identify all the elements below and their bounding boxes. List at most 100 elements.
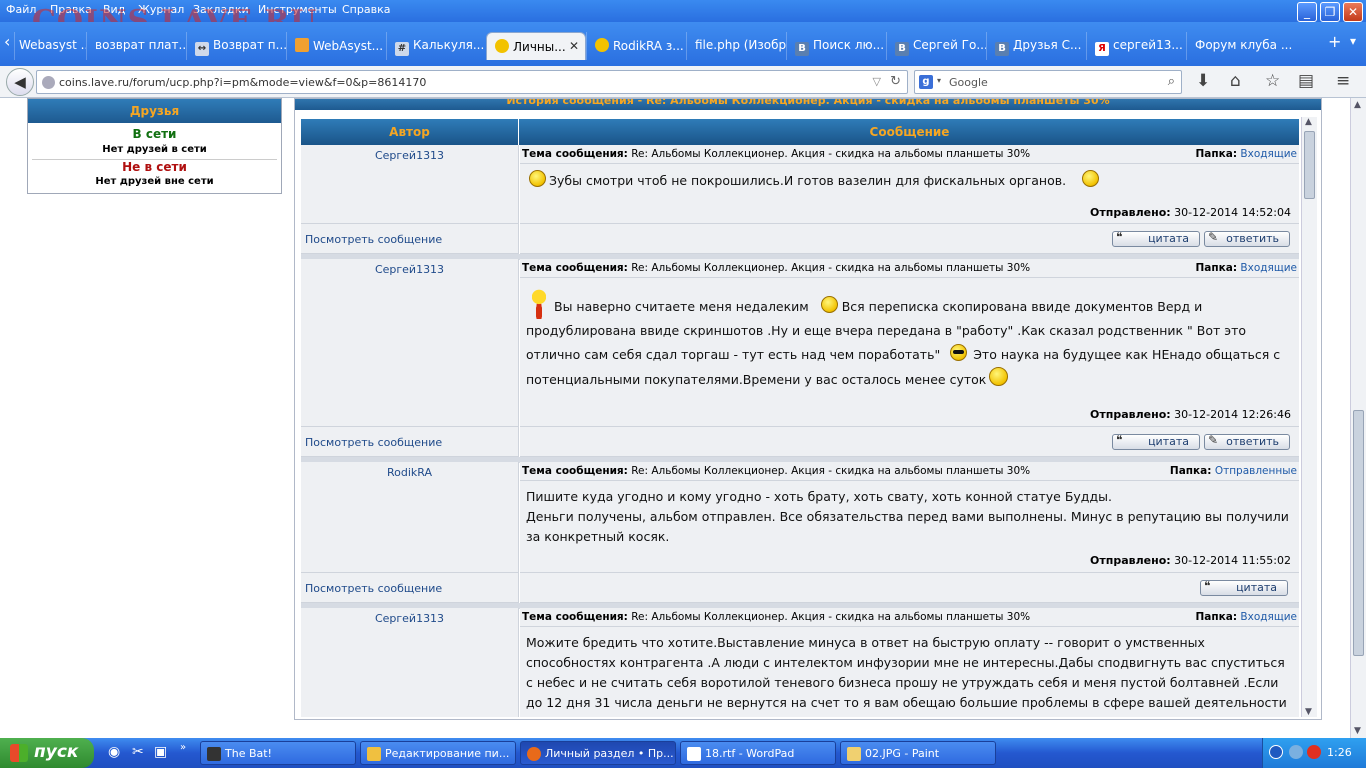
folder-link[interactable]: Отправленные — [1215, 465, 1297, 477]
quote-button[interactable]: ❝ цитата — [1200, 579, 1288, 596]
tab-8[interactable]: file.php (Изобр... — [686, 32, 786, 60]
tab-11[interactable]: B Друзья С... — [986, 32, 1086, 60]
url-bar[interactable]: coins.lave.ru/forum/ucp.php?i=pm&mode=vi… — [36, 70, 908, 94]
task-thebat[interactable]: The Bat! — [200, 741, 356, 765]
task-label: 18.rtf - WordPad — [705, 747, 795, 760]
view-message-link[interactable]: Посмотреть сообщение — [305, 233, 442, 246]
message-line: Пишите куда угодно и кому угодно - хоть … — [526, 489, 1112, 504]
tab-6-active[interactable]: Личны... ✕ — [486, 32, 586, 60]
quote-button[interactable]: ❝ цитата — [1112, 230, 1200, 247]
sent-time: Отправлено: 30-12-2014 12:26:46 — [1090, 408, 1291, 421]
network-icon[interactable] — [1289, 745, 1303, 759]
bookmarks-list-icon[interactable]: ▤ — [1298, 71, 1314, 91]
message-text: Вы наверно считаете меня недалеким Вся пе… — [526, 285, 1291, 392]
reply-button[interactable]: ✎ ответить — [1204, 433, 1290, 450]
tab-label: Сергей Го... — [913, 38, 986, 52]
tab-12[interactable]: Ясергей13... — [1086, 32, 1186, 60]
quicklaunch-more-icon[interactable]: » — [180, 742, 186, 753]
search-icon[interactable]: ⌕ — [1168, 74, 1175, 89]
task-firefox[interactable]: Личный раздел • Пр... — [520, 741, 676, 765]
tab-5[interactable]: # Калькуля... — [386, 32, 486, 60]
search-input[interactable]: Google — [949, 76, 988, 89]
author-name[interactable]: RodikRA — [301, 466, 518, 479]
message-body: Зубы смотри чтоб не покрошились.И готов … — [549, 173, 1067, 188]
smiley-icon — [495, 39, 509, 53]
inner-scrollbar[interactable]: ▲ ▼ — [1301, 117, 1317, 717]
folder: Папка: Входящие — [1196, 611, 1297, 623]
scroll-down-icon[interactable]: ▼ — [1354, 726, 1361, 736]
new-tab-icon[interactable]: + — [1328, 32, 1341, 51]
folder-label: Папка: — [1169, 465, 1212, 477]
scroll-up-icon[interactable]: ▲ — [1305, 117, 1312, 127]
reply-label: ответить — [1226, 232, 1279, 245]
dropdown-arrow-icon[interactable]: ▽ — [873, 75, 881, 88]
friends-title: Друзья — [28, 99, 281, 123]
scroll-down-icon[interactable]: ▼ — [1305, 707, 1312, 717]
quote-button[interactable]: ❝ цитата — [1112, 433, 1200, 450]
menu-bar: Файл Правка Вид Журнал Закладки Инструме… — [0, 0, 1366, 39]
offline-empty-text: Нет друзей вне сети — [95, 176, 214, 187]
folder-link[interactable]: Входящие — [1240, 611, 1297, 623]
folder-link[interactable]: Входящие — [1240, 262, 1297, 274]
antivirus-icon[interactable] — [1307, 745, 1321, 759]
download-icon[interactable]: ⬇ — [1196, 71, 1210, 91]
url-text[interactable]: coins.lave.ru/forum/ucp.php?i=pm&mode=vi… — [59, 76, 426, 89]
reply-label: ответить — [1226, 435, 1279, 448]
search-bar[interactable]: g ▾ Google ⌕ — [914, 70, 1182, 94]
tab-scroll-left-icon[interactable]: ‹ — [4, 32, 10, 51]
tab-label: Webasyst ... — [19, 38, 86, 52]
start-button[interactable]: пуск — [0, 738, 94, 768]
back-arrow-icon[interactable]: ◀ — [6, 68, 34, 96]
menu-icon[interactable]: ≡ — [1336, 71, 1350, 91]
close-tab-icon[interactable]: ✕ — [569, 39, 579, 53]
offline-label: Не в сети — [122, 160, 187, 174]
tab-label: Поиск лю... — [813, 38, 885, 52]
task-wordpad[interactable]: 18.rtf - WordPad — [680, 741, 836, 765]
menu-help[interactable]: Справка — [342, 3, 390, 16]
tray-arrow-icon[interactable] — [1269, 745, 1283, 759]
topic-line: Тема сообщения: Re: Альбомы Коллекционер… — [522, 262, 1297, 276]
quote-icon: ❝ — [1116, 230, 1123, 244]
tool-icon[interactable]: ✂ — [132, 744, 144, 760]
reload-icon[interactable]: ↻ — [890, 74, 901, 89]
engine-dropdown-icon[interactable]: ▾ — [937, 76, 941, 85]
tab-9[interactable]: B Поиск лю... — [786, 32, 886, 60]
author-name[interactable]: Сергей1313 — [301, 149, 518, 162]
home-icon[interactable]: ⌂ — [1230, 71, 1241, 91]
scroll-thumb[interactable] — [1353, 410, 1364, 656]
google-icon[interactable]: g — [919, 75, 933, 89]
close-window-button[interactable]: ✕ — [1343, 2, 1363, 22]
topic-text: Re: Альбомы Коллекционер. Акция - скидка… — [631, 611, 1031, 623]
folder: Папка: Входящие — [1196, 148, 1297, 160]
tab-list-icon[interactable]: ▾ — [1350, 34, 1356, 48]
author-name[interactable]: Сергей1313 — [301, 263, 518, 276]
scroll-thumb[interactable] — [1304, 131, 1315, 199]
reply-button[interactable]: ✎ ответить — [1204, 230, 1290, 247]
footer-actions-cell: ❝ цитата ✎ ответить — [520, 427, 1299, 457]
tab-4[interactable]: WebAsyst... — [286, 32, 386, 60]
tab-3[interactable]: ↔ Возврат п... — [186, 32, 286, 60]
floppy-icon[interactable]: ▣ — [154, 744, 167, 760]
folder-link[interactable]: Входящие — [1240, 148, 1297, 160]
folder: Папка: Входящие — [1196, 262, 1297, 274]
view-message-link[interactable]: Посмотреть сообщение — [305, 582, 442, 595]
author-cell: RodikRA — [301, 462, 519, 573]
scroll-up-icon[interactable]: ▲ — [1354, 100, 1361, 110]
restore-button[interactable]: ❐ — [1320, 2, 1340, 22]
explorer-icon[interactable]: ◉ — [108, 744, 120, 760]
tab-2[interactable]: возврат плат... — [86, 32, 186, 60]
minimize-button[interactable]: _ — [1297, 2, 1317, 22]
task-paint[interactable]: 02.JPG - Paint — [840, 741, 996, 765]
author-name[interactable]: Сергей1313 — [301, 612, 518, 625]
author-cell: Сергей1313 — [301, 259, 519, 427]
page-scrollbar[interactable]: ▲ ▼ — [1350, 98, 1366, 738]
tab-10[interactable]: B Сергей Го... — [886, 32, 986, 60]
view-message-link[interactable]: Посмотреть сообщение — [305, 436, 442, 449]
tab-1[interactable]: Webasyst ... — [14, 32, 86, 60]
bookmark-star-icon[interactable]: ☆ — [1265, 71, 1280, 91]
tab-7[interactable]: RodikRA з... — [586, 32, 686, 60]
tab-13[interactable]: Форум клуба ... — [1186, 32, 1294, 60]
task-edit[interactable]: Редактирование пи... — [360, 741, 516, 765]
tab-label: RodikRA з... — [613, 39, 684, 53]
bat-icon — [207, 747, 221, 761]
